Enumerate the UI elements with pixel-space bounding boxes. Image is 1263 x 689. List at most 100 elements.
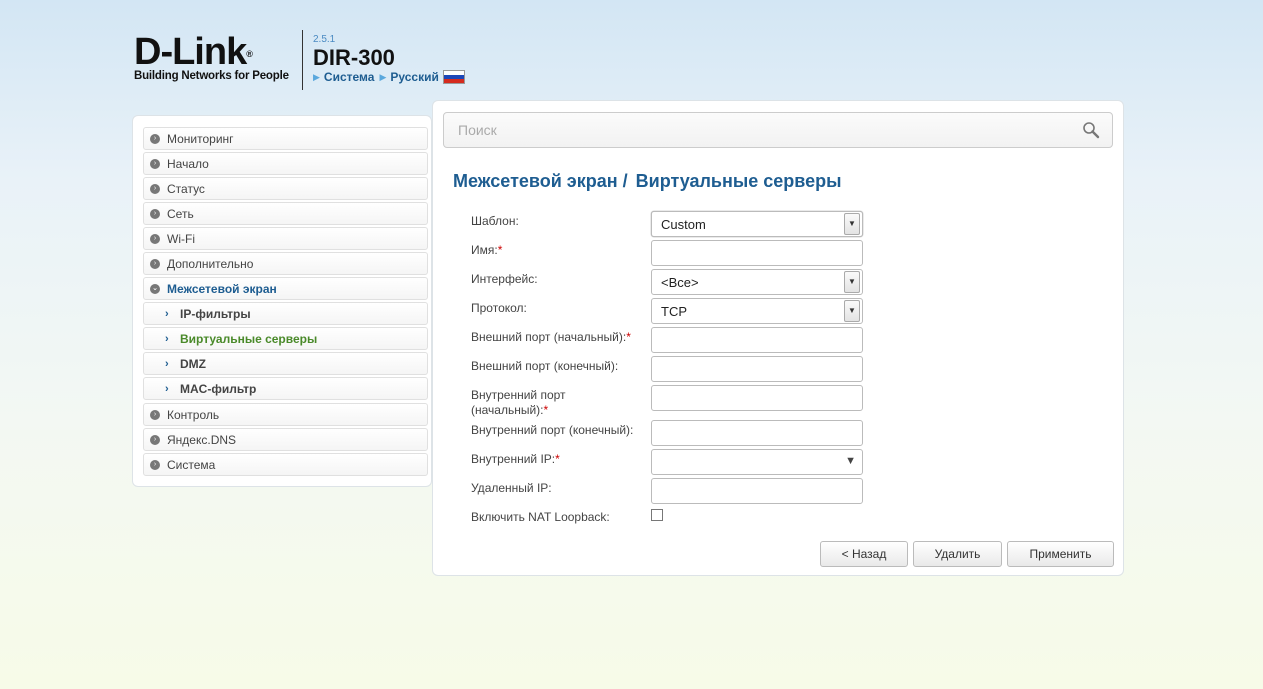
language-link[interactable]: Русский	[390, 70, 439, 84]
sidebar-item-dmz[interactable]: › DMZ	[143, 352, 428, 375]
chevron-down-icon: ▼	[844, 271, 860, 293]
registered-mark: ®	[246, 49, 253, 59]
protocol-select-value: TCP	[661, 303, 687, 319]
sidebar-item-monitoring[interactable]: › Мониторинг	[143, 127, 428, 150]
system-link[interactable]: Система	[324, 70, 375, 84]
sidebar-item-firewall[interactable]: ⌄ Межсетевой экран	[143, 277, 428, 300]
arrow-right-circle-icon: ›	[150, 434, 160, 445]
sidebar-item-label: Начало	[167, 156, 209, 171]
header-divider	[302, 30, 303, 90]
arrow-right-circle-icon: ›	[150, 208, 160, 219]
remote-ip-label: Удаленный IP:	[471, 481, 552, 495]
sidebar-item-status[interactable]: › Статус	[143, 177, 428, 200]
chevron-down-icon: ▼	[844, 300, 860, 322]
chevron-right-icon: ›	[165, 357, 169, 370]
arrow-right-circle-icon: ›	[150, 233, 160, 244]
sidebar-item-label: Дополнительно	[167, 256, 254, 271]
sidebar-item-label: Мониторинг	[167, 131, 234, 146]
name-label-text: Имя:	[471, 243, 498, 257]
name-field[interactable]	[651, 240, 863, 266]
sidebar-item-label: Статус	[167, 181, 205, 196]
main-panel: Межсетевой экран / Виртуальные серверы Ша…	[432, 100, 1124, 576]
interface-select[interactable]: <Все> ▼	[651, 269, 863, 295]
ext-port-start-field[interactable]	[651, 327, 863, 353]
device-model: DIR-300	[313, 45, 395, 70]
sidebar-item-label: Wi-Fi	[167, 231, 195, 246]
arrow-right-circle-icon: ›	[150, 158, 160, 169]
search-input[interactable]	[444, 113, 1058, 147]
int-ip-label: Внутренний IP:*	[471, 452, 646, 467]
interface-select-value: <Все>	[661, 274, 699, 290]
required-mark: *	[543, 403, 549, 417]
sidebar-item-label: DMZ	[180, 356, 206, 371]
chevron-right-icon: ›	[165, 332, 169, 345]
int-port-start-field[interactable]	[651, 385, 863, 411]
brand-tagline: Building Networks for People	[134, 70, 289, 82]
sidebar-item-label: Виртуальные серверы	[180, 331, 318, 346]
russian-flag-icon[interactable]	[442, 70, 465, 84]
required-mark: *	[626, 330, 631, 344]
arrow-right-icon: ▶	[379, 71, 387, 82]
sidebar-item-label: Контроль	[167, 407, 220, 422]
sidebar-item-label: Сеть	[167, 206, 194, 221]
apply-button[interactable]: Применить	[1007, 541, 1114, 567]
sidebar-item-network[interactable]: › Сеть	[143, 202, 428, 225]
brand-name: D-Link	[134, 31, 247, 73]
breadcrumb-parent: Межсетевой экран /	[453, 171, 628, 191]
sidebar-item-wifi[interactable]: › Wi-Fi	[143, 227, 428, 250]
sidebar-item-ip-filters[interactable]: › IP-фильтры	[143, 302, 428, 325]
template-select-value: Custom	[661, 216, 706, 232]
interface-label: Интерфейс:	[471, 272, 538, 286]
protocol-select[interactable]: TCP ▼	[651, 298, 863, 324]
required-mark: *	[555, 452, 560, 466]
nat-loopback-label: Включить NAT Loopback:	[471, 510, 610, 524]
arrow-right-circle-icon: ›	[150, 409, 160, 420]
template-label: Шаблон:	[471, 214, 519, 228]
sidebar-item-mac-filter[interactable]: › MAC-фильтр	[143, 377, 428, 400]
sidebar-item-virtual-servers[interactable]: › Виртуальные серверы	[143, 327, 428, 350]
firmware-version: 2.5.1	[313, 34, 336, 45]
template-select[interactable]: Custom ▼	[651, 211, 863, 237]
chevron-right-icon: ›	[165, 382, 169, 395]
sidebar-item-label: Система	[167, 457, 216, 472]
ext-port-end-field[interactable]	[651, 356, 863, 382]
dlink-logo: D-Link® Building Networks for People	[134, 33, 289, 82]
search-icon[interactable]	[1082, 121, 1100, 139]
search-box	[443, 112, 1113, 148]
protocol-label: Протокол:	[471, 301, 527, 315]
sidebar-item-start[interactable]: › Начало	[143, 152, 428, 175]
nat-loopback-checkbox[interactable]	[651, 509, 663, 521]
arrow-right-circle-icon: ›	[150, 183, 160, 194]
sidebar-item-control[interactable]: › Контроль	[143, 403, 428, 426]
remote-ip-field[interactable]	[651, 478, 863, 504]
ext-port-end-label: Внешний порт (конечный):	[471, 359, 619, 373]
triangle-down-icon[interactable]: ▼	[845, 455, 856, 467]
breadcrumb-current: Виртуальные серверы	[635, 171, 842, 191]
int-port-end-label: Внутренний порт (конечный):	[471, 423, 634, 437]
arrow-right-circle-icon: ›	[150, 459, 160, 470]
sidebar-item-label: IP-фильтры	[180, 306, 251, 321]
arrow-down-circle-icon: ⌄	[150, 283, 160, 294]
chevron-down-icon: ▼	[844, 213, 860, 235]
int-ip-label-text: Внутренний IP:	[471, 452, 556, 466]
sidebar-item-system[interactable]: › Система	[143, 453, 428, 476]
required-mark: *	[497, 243, 503, 257]
int-ip-combobox[interactable]: ▼	[651, 449, 863, 475]
header-links: ▶ Система ▶ Русский	[313, 70, 465, 84]
int-port-end-field[interactable]	[651, 420, 863, 446]
sidebar-item-yandex-dns[interactable]: › Яндекс.DNS	[143, 428, 428, 451]
arrow-right-circle-icon: ›	[150, 258, 160, 269]
sidebar-item-advanced[interactable]: › Дополнительно	[143, 252, 428, 275]
int-port-start-label: Внутренний порт (начальный):*	[471, 388, 646, 418]
sidebar-item-label: Яндекс.DNS	[167, 432, 237, 447]
back-button[interactable]: < Назад	[820, 541, 908, 567]
arrow-right-icon: ▶	[313, 71, 320, 82]
page-title: Межсетевой экран / Виртуальные серверы	[453, 171, 841, 192]
int-port-start-label-line2: (начальный):	[471, 403, 544, 417]
sidebar-menu: › Мониторинг › Начало › Статус › Сеть › Wi-Fi…	[132, 115, 432, 487]
ext-port-start-label-text: Внешний порт (начальный):	[471, 330, 627, 344]
arrow-right-circle-icon: ›	[150, 133, 160, 144]
name-label: Имя:*	[471, 243, 646, 258]
delete-button[interactable]: Удалить	[913, 541, 1002, 567]
sidebar-item-label: Межсетевой экран	[167, 281, 277, 296]
